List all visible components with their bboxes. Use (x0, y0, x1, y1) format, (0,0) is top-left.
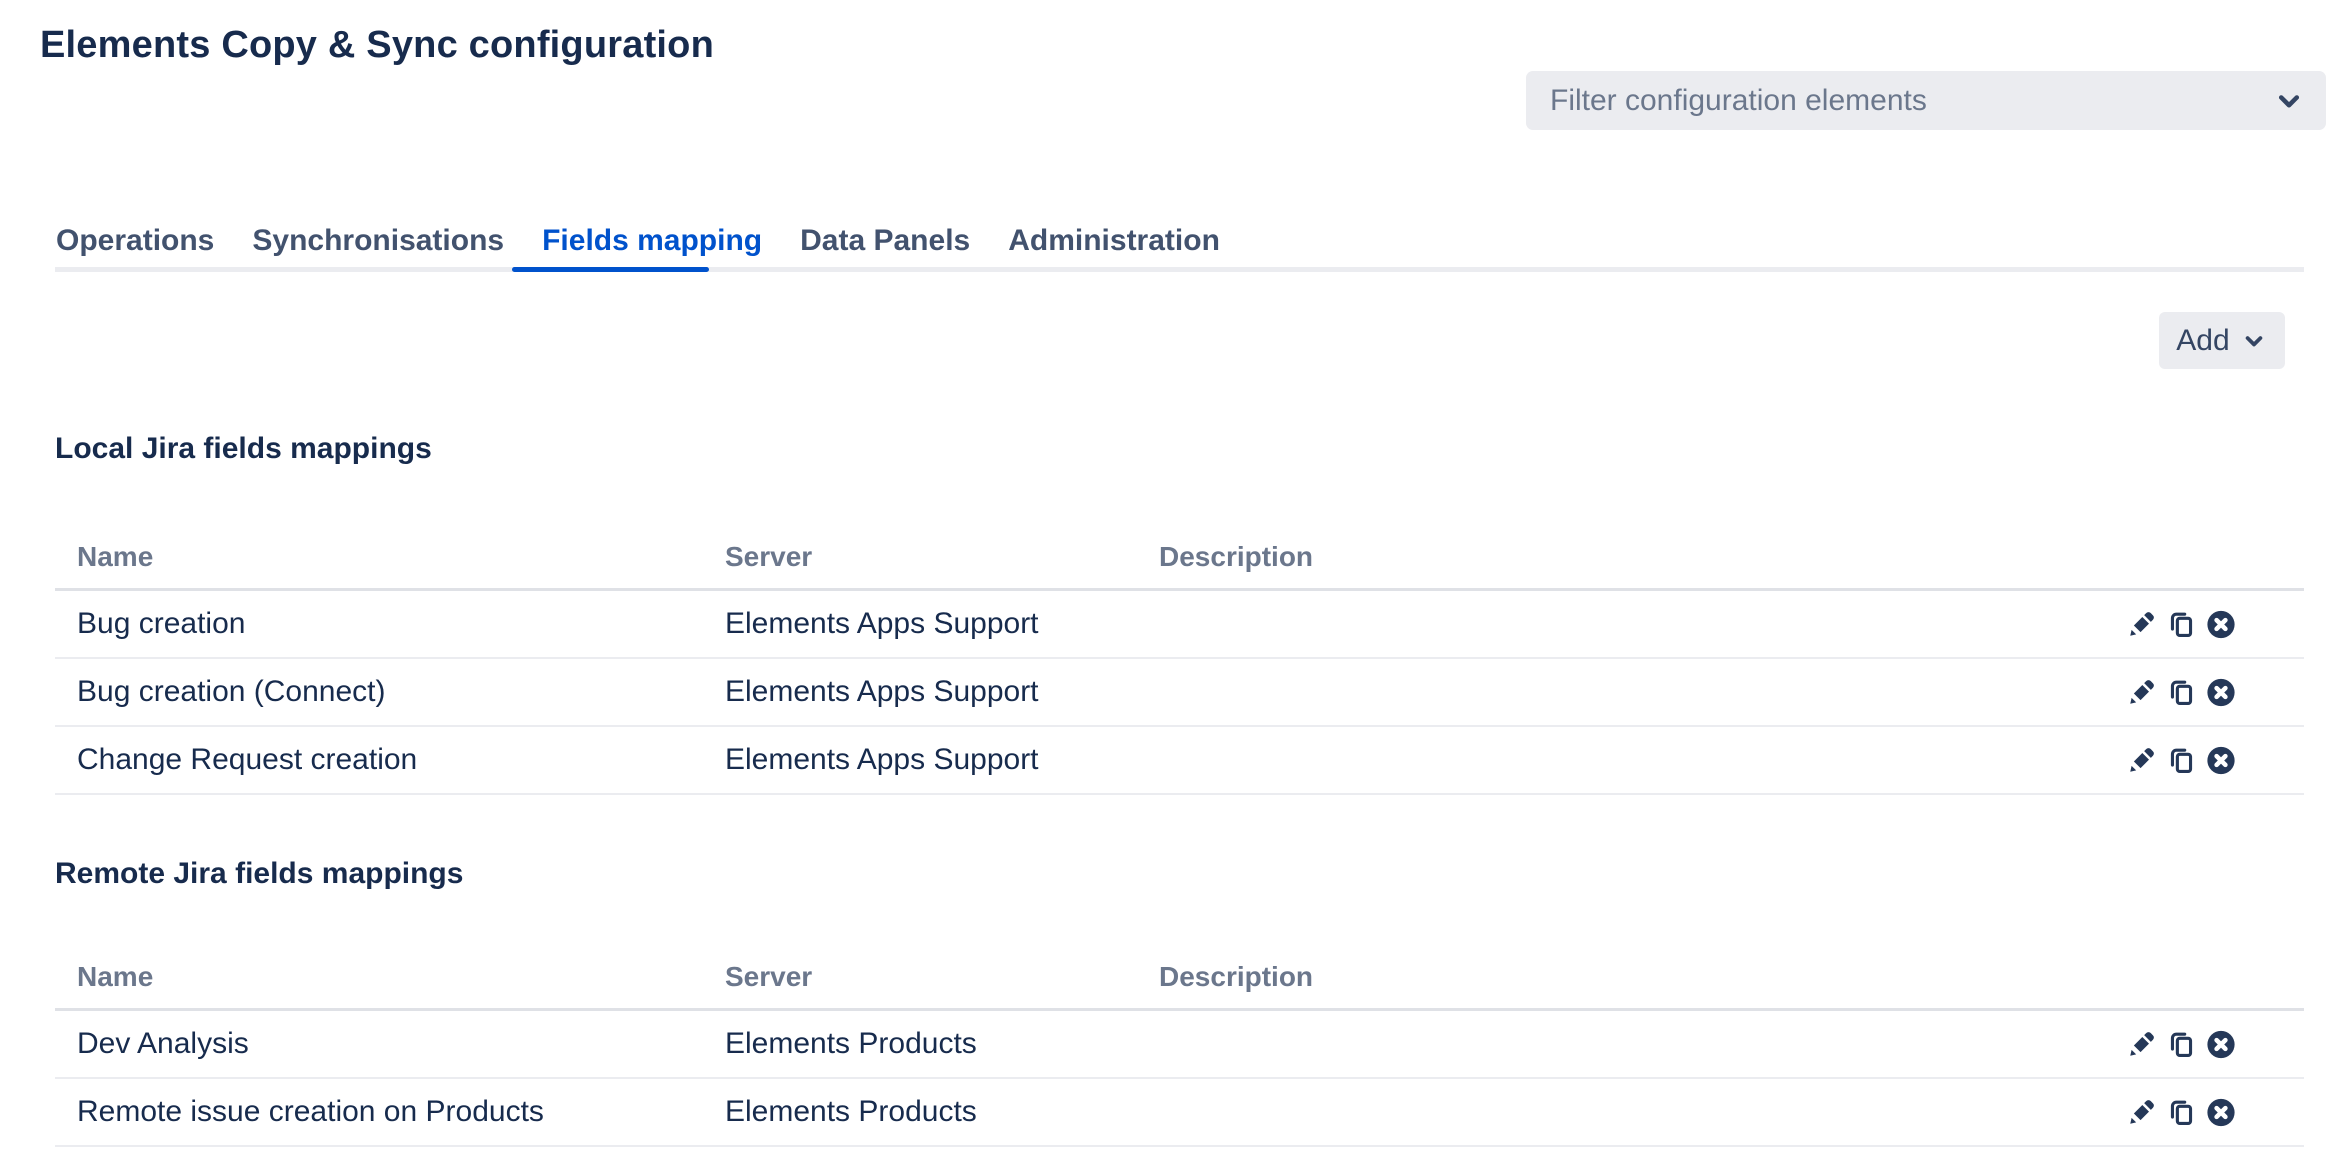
copy-icon[interactable] (2165, 677, 2197, 709)
mapping-server: Elements Apps Support (703, 590, 1137, 658)
delete-x-circle-icon[interactable] (2205, 609, 2237, 641)
delete-x-circle-icon[interactable] (2205, 1029, 2237, 1061)
mapping-description (1137, 1010, 2044, 1078)
tab-administration[interactable]: Administration (1008, 221, 1220, 261)
edit-pencil-icon[interactable] (2125, 1097, 2157, 1129)
filter-placeholder: Filter configuration elements (1550, 84, 1927, 118)
column-header-name: Name (55, 468, 703, 590)
delete-x-circle-icon[interactable] (2205, 677, 2237, 709)
section-remote-jira-fields-mappings: Remote Jira fields mappings Name Server … (55, 855, 2304, 1147)
table-row: Remote issue creation on Products Elemen… (55, 1078, 2304, 1146)
section-heading: Remote Jira fields mappings (55, 855, 2304, 893)
row-actions (2125, 745, 2237, 777)
row-actions (2125, 609, 2237, 641)
table-header-row: Name Server Description (55, 893, 2304, 1010)
edit-pencil-icon[interactable] (2125, 1029, 2157, 1061)
tab-underline-track (55, 267, 2304, 272)
mapping-description (1137, 1078, 2044, 1146)
mapping-name: Bug creation (55, 590, 703, 658)
delete-x-circle-icon[interactable] (2205, 745, 2237, 777)
row-actions (2125, 677, 2237, 709)
mapping-server: Elements Apps Support (703, 726, 1137, 794)
mapping-description (1137, 726, 2044, 794)
tab-fields-mapping[interactable]: Fields mapping (542, 221, 762, 261)
filter-configuration-select[interactable]: Filter configuration elements (1526, 71, 2326, 130)
mapping-name: Remote issue creation on Products (55, 1078, 703, 1146)
tab-operations[interactable]: Operations (56, 221, 214, 261)
tab-synchronisations[interactable]: Synchronisations (252, 221, 504, 261)
chevron-down-icon (2272, 84, 2306, 118)
mapping-description (1137, 658, 2044, 726)
row-actions (2125, 1097, 2237, 1129)
column-header-name: Name (55, 893, 703, 1010)
column-header-server: Server (703, 468, 1137, 590)
delete-x-circle-icon[interactable] (2205, 1097, 2237, 1129)
table-row: Bug creation (Connect) Elements Apps Sup… (55, 658, 2304, 726)
tab-bar: Operations Synchronisations Fields mappi… (56, 221, 1220, 261)
add-button-label: Add (2176, 324, 2229, 358)
column-header-actions (2044, 893, 2304, 1010)
section-local-jira-fields-mappings: Local Jira fields mappings Name Server D… (55, 430, 2304, 795)
table-header-row: Name Server Description (55, 468, 2304, 590)
edit-pencil-icon[interactable] (2125, 745, 2157, 777)
mapping-server: Elements Apps Support (703, 658, 1137, 726)
copy-icon[interactable] (2165, 1029, 2197, 1061)
copy-icon[interactable] (2165, 1097, 2197, 1129)
remote-mappings-table: Name Server Description Dev Analysis Ele… (55, 893, 2304, 1147)
mapping-server: Elements Products (703, 1010, 1137, 1078)
copy-icon[interactable] (2165, 609, 2197, 641)
column-header-description: Description (1137, 468, 2044, 590)
chevron-down-icon (2240, 327, 2268, 355)
tab-data-panels[interactable]: Data Panels (800, 221, 970, 261)
mapping-name: Bug creation (Connect) (55, 658, 703, 726)
page-title: Elements Copy & Sync configuration (40, 22, 714, 68)
table-row: Dev Analysis Elements Products (55, 1010, 2304, 1078)
column-header-server: Server (703, 893, 1137, 1010)
mapping-name: Dev Analysis (55, 1010, 703, 1078)
mapping-name: Change Request creation (55, 726, 703, 794)
column-header-description: Description (1137, 893, 2044, 1010)
mapping-server: Elements Products (703, 1078, 1137, 1146)
mapping-description (1137, 590, 2044, 658)
edit-pencil-icon[interactable] (2125, 677, 2157, 709)
table-row: Bug creation Elements Apps Support (55, 590, 2304, 658)
active-tab-indicator (512, 267, 709, 272)
column-header-actions (2044, 468, 2304, 590)
table-row: Change Request creation Elements Apps Su… (55, 726, 2304, 794)
section-heading: Local Jira fields mappings (55, 430, 2304, 468)
copy-icon[interactable] (2165, 745, 2197, 777)
row-actions (2125, 1029, 2237, 1061)
local-mappings-table: Name Server Description Bug creation Ele… (55, 468, 2304, 795)
add-button[interactable]: Add (2159, 312, 2285, 369)
edit-pencil-icon[interactable] (2125, 609, 2157, 641)
